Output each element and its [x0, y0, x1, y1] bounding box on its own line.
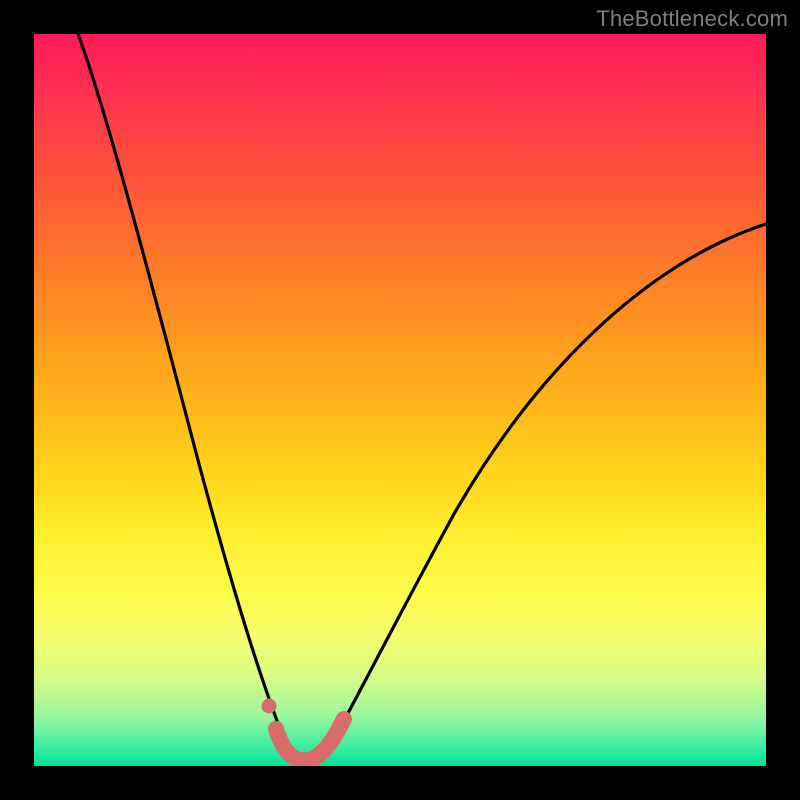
valley-markers: [262, 699, 344, 760]
chart-frame: TheBottleneck.com: [0, 0, 800, 800]
plot-area: [34, 34, 766, 766]
bottleneck-curve-svg: [34, 34, 766, 766]
watermark-text: TheBottleneck.com: [596, 6, 788, 32]
bottleneck-curve: [78, 34, 766, 763]
